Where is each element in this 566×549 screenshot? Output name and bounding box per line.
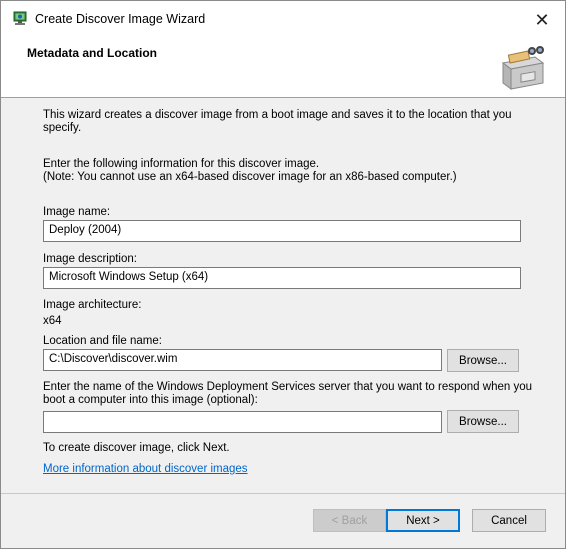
more-info-link[interactable]: More information about discover images xyxy=(43,463,248,475)
image-architecture-value: x64 xyxy=(43,315,62,327)
next-hint-text: To create discover image, click Next. xyxy=(43,442,230,454)
server-field[interactable] xyxy=(43,411,442,433)
cancel-button[interactable]: Cancel xyxy=(472,509,546,532)
image-architecture-label: Image architecture: xyxy=(43,299,142,311)
wizard-content: This wizard creates a discover image fro… xyxy=(1,98,565,493)
title-bar: Create Discover Image Wizard ✕ xyxy=(1,1,565,39)
image-description-label: Image description: xyxy=(43,253,137,265)
image-name-label: Image name: xyxy=(43,206,111,218)
intro-text-line1: This wizard creates a discover image fro… xyxy=(43,109,512,121)
footer-divider xyxy=(1,493,565,494)
page-title: Metadata and Location xyxy=(27,46,158,60)
window-title: Create Discover Image Wizard xyxy=(35,12,206,26)
back-button[interactable]: < Back xyxy=(313,509,386,532)
image-name-field[interactable]: Deploy (2004) xyxy=(43,220,521,242)
location-label: Location and file name: xyxy=(43,335,162,347)
wizard-header: Metadata and Location xyxy=(1,39,565,98)
close-icon[interactable]: ✕ xyxy=(519,1,565,39)
server-browse-button[interactable]: Browse... xyxy=(447,410,519,433)
location-field[interactable]: C:\Discover\discover.wim xyxy=(43,349,442,371)
wizard-window: Create Discover Image Wizard ✕ Metadata … xyxy=(0,0,566,549)
image-description-field[interactable]: Microsoft Windows Setup (x64) xyxy=(43,267,521,289)
network-computer-icon xyxy=(12,11,28,27)
server-label-line2: boot a computer into this image (optiona… xyxy=(43,394,258,406)
instructions-line2: (Note: You cannot use an x64-based disco… xyxy=(43,171,457,183)
next-button[interactable]: Next > xyxy=(386,509,460,532)
location-browse-button[interactable]: Browse... xyxy=(447,349,519,372)
file-cabinet-binoculars-icon xyxy=(499,43,547,91)
intro-text-line2: specify. xyxy=(43,122,82,134)
